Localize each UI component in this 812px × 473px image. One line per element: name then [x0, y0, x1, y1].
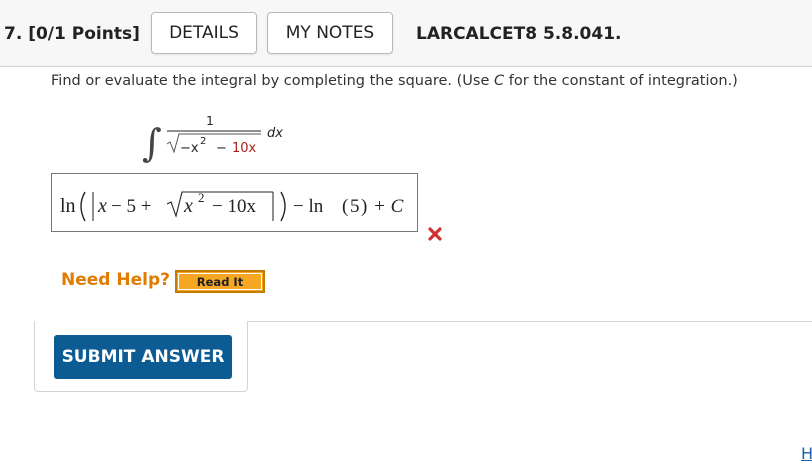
question-prompt: Find or evaluate the integral by complet…: [51, 73, 738, 89]
answer-expression: ln x − 5 + x 2 − 10x − ln ( 5 ) + C: [60, 190, 404, 222]
prompt-text-start: Find or evaluate the integral by complet…: [51, 73, 494, 89]
answer-input[interactable]: ln x − 5 + x 2 − 10x − ln ( 5 ) + C: [51, 173, 418, 232]
constant-variable: C: [494, 73, 505, 89]
problem-reference: LARCALCET8 5.8.041.: [416, 24, 622, 44]
read-it-button[interactable]: Read It: [175, 270, 265, 293]
answer-x: x: [97, 195, 107, 217]
submit-answer-button[interactable]: SUBMIT ANSWER: [54, 335, 232, 379]
integral-sign-icon: ∫: [142, 121, 162, 164]
radicand-exponent: 2: [200, 136, 206, 147]
answer-inner-tail: − 10x: [212, 196, 256, 217]
question-number: 7. [0/1 Points]: [4, 24, 140, 44]
integral-numerator: 1: [206, 114, 214, 128]
radicand-minus: −: [216, 141, 227, 156]
ln-arg-close: ): [361, 196, 367, 217]
answer-inner-x: x: [183, 195, 193, 217]
question-header: 7. [0/1 Points] DETAILS MY NOTES LARCALC…: [0, 0, 812, 67]
prompt-text-end: for the constant of integration.): [504, 73, 738, 89]
radicand-term-b: 10x: [232, 141, 257, 156]
integral-expression: ∫ 1 −x 2 − 10x dx: [142, 114, 283, 164]
answer-plus-c: + C: [373, 196, 404, 217]
incorrect-x-icon: [428, 227, 442, 241]
corner-link[interactable]: H: [801, 444, 812, 463]
differential: dx: [267, 126, 283, 141]
left-paren: [80, 191, 86, 222]
answer-minus-five: − 5 +: [111, 196, 151, 217]
ln-arg-open: (: [342, 196, 348, 217]
my-notes-button[interactable]: MY NOTES: [267, 12, 393, 54]
ln-function: ln: [60, 195, 76, 217]
radicand-term-a: −x: [180, 141, 199, 156]
details-button[interactable]: DETAILS: [151, 12, 257, 54]
divider-line: [247, 321, 812, 322]
answer-minus-ln: − ln: [293, 196, 324, 217]
ln-argument: 5: [350, 196, 360, 217]
right-paren: [280, 191, 286, 222]
need-help-label: Need Help?: [61, 270, 170, 290]
answer-inner-exponent: 2: [198, 190, 205, 205]
